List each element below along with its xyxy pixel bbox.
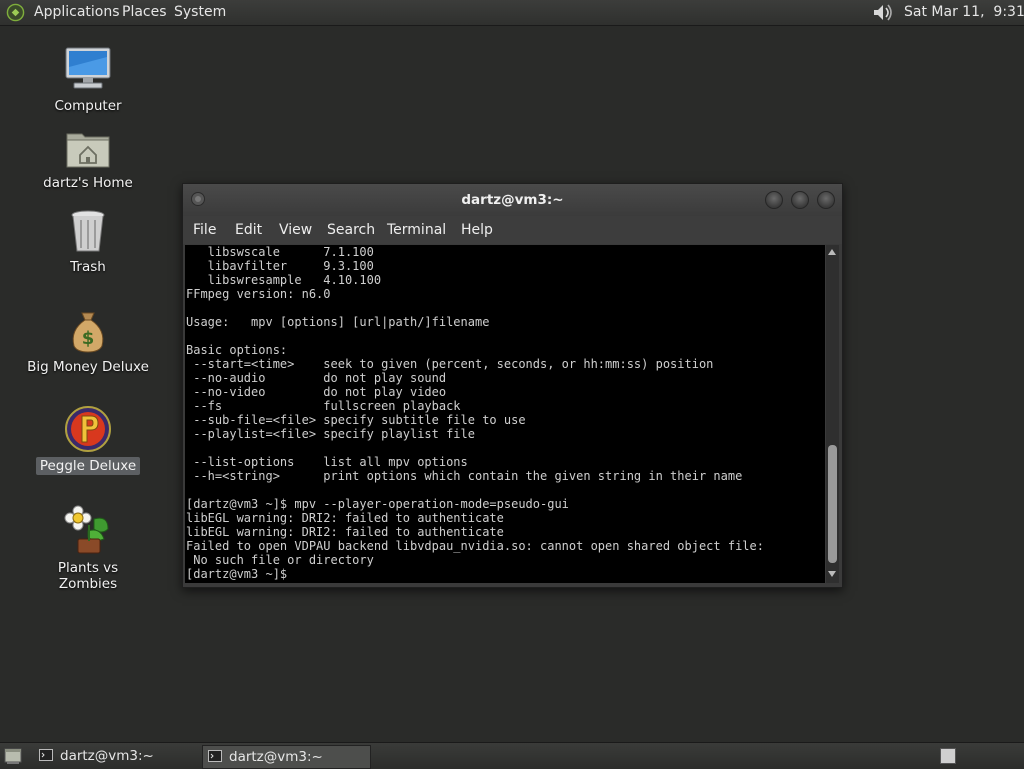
close-button[interactable] — [817, 191, 835, 209]
plants-icon — [64, 505, 109, 554]
scroll-down-icon[interactable] — [828, 571, 836, 577]
window-titlebar[interactable]: dartz@vm3:~ — [183, 184, 842, 216]
terminal-line: --list-options list all mpv options — [186, 455, 468, 469]
svg-text:$: $ — [82, 328, 95, 349]
menu-places[interactable]: Places — [122, 4, 167, 20]
terminal-line: --no-audio do not play sound — [186, 371, 447, 385]
terminal-line: Usage: mpv [options] [url|path/]filename — [186, 315, 490, 329]
home-folder-icon — [66, 133, 110, 168]
terminal-line: --start=<time> seek to given (percent, s… — [186, 357, 714, 371]
terminal-text[interactable]: libswscale 7.1.100 libavfilter 9.3.100 l… — [185, 245, 825, 581]
menu-search[interactable]: Search — [327, 222, 375, 238]
menu-file[interactable]: File — [193, 222, 216, 238]
desktop-icon-label: Computer — [54, 98, 122, 114]
taskbar-label: dartz@vm3:~ — [229, 749, 323, 765]
terminal-line: libswresample 4.10.100 — [186, 273, 382, 287]
window-title: dartz@vm3:~ — [461, 192, 564, 208]
taskbar-label: dartz@vm3:~ — [60, 748, 154, 764]
top-panel: Applications Places System Sat Mar 11, 9… — [0, 0, 1024, 26]
bottom-panel: dartz@vm3:~ dartz@vm3:~ — [0, 742, 1024, 769]
terminal-window[interactable]: dartz@vm3:~ File Edit View Search Termin… — [182, 183, 843, 588]
menu-terminal[interactable]: Terminal — [387, 222, 446, 238]
terminal-line: libswscale 7.1.100 — [186, 245, 374, 259]
desktop-icon-peggle[interactable]: Peggle Deluxe — [23, 405, 153, 475]
terminal-line: --playlist=<file> specify playlist file — [186, 427, 475, 441]
scroll-up-icon[interactable] — [828, 249, 836, 255]
terminal-line: libEGL warning: DRI2: failed to authenti… — [186, 525, 504, 539]
terminal-line: Basic options: — [186, 343, 288, 357]
computer-icon — [65, 47, 111, 89]
money-bag-icon: $ — [72, 312, 104, 353]
desktop-icon-label: Peggle Deluxe — [35, 457, 141, 475]
volume-icon[interactable] — [871, 2, 895, 23]
terminal-output[interactable]: libswscale 7.1.100 libavfilter 9.3.100 l… — [185, 245, 825, 583]
desktop-icon-computer[interactable]: Computer — [23, 45, 153, 115]
menu-edit[interactable]: Edit — [235, 222, 262, 238]
maximize-button[interactable] — [791, 191, 809, 209]
workspace-switcher[interactable] — [940, 748, 956, 764]
menu-help[interactable]: Help — [461, 222, 493, 238]
terminal-line: Failed to open VDPAU backend libvdpau_nv… — [186, 539, 764, 553]
trash-icon — [71, 210, 105, 252]
desktop-icon-label: Plants vs Zombies — [57, 560, 119, 592]
terminal-line: --h=<string> print options which contain… — [186, 469, 743, 483]
minimize-button[interactable] — [765, 191, 783, 209]
desktop-icon-label: Trash — [70, 259, 106, 275]
scroll-thumb[interactable] — [828, 445, 837, 563]
desktop-icon-big-money[interactable]: $ Big Money Deluxe — [23, 308, 153, 376]
terminal-line: --fs fullscreen playback — [186, 399, 461, 413]
distro-logo-icon[interactable] — [6, 3, 25, 22]
terminal-icon — [39, 749, 53, 761]
terminal-line: No such file or directory — [186, 553, 374, 567]
desktop-icon-trash[interactable]: Trash — [23, 208, 153, 276]
terminal-menubar: File Edit View Search Terminal Help — [183, 216, 842, 244]
terminal-line: FFmpeg version: n6.0 — [186, 287, 331, 301]
desktop-icon-home[interactable]: dartz's Home — [23, 128, 153, 192]
terminal-scrollbar[interactable] — [826, 245, 839, 583]
terminal-icon — [208, 750, 222, 762]
terminal-line: --no-video do not play video — [186, 385, 447, 399]
terminal-line: [dartz@vm3 ~]$ mpv --player-operation-mo… — [186, 497, 569, 511]
clock[interactable]: Sat Mar 11, 9:31 PM — [904, 4, 1024, 20]
menu-view[interactable]: View — [279, 222, 312, 238]
terminal-line: --sub-file=<file> specify subtitle file … — [186, 413, 526, 427]
taskbar-button-terminal-1[interactable]: dartz@vm3:~ — [34, 745, 199, 767]
desktop-icon-label: Big Money Deluxe — [27, 359, 149, 375]
terminal-line: libavfilter 9.3.100 — [186, 259, 374, 273]
menu-system[interactable]: System — [174, 4, 226, 20]
terminal-line: libEGL warning: DRI2: failed to authenti… — [186, 511, 504, 525]
show-desktop-icon[interactable] — [4, 747, 22, 765]
terminal-prompt: [dartz@vm3 ~]$ — [186, 567, 295, 581]
peggle-icon — [65, 406, 111, 452]
menu-applications[interactable]: Applications — [34, 4, 120, 20]
taskbar-button-terminal-2[interactable]: dartz@vm3:~ — [202, 745, 371, 769]
desktop-icon-plants[interactable]: Plants vs Zombies — [23, 505, 153, 593]
desktop-icon-label: dartz's Home — [43, 175, 133, 191]
